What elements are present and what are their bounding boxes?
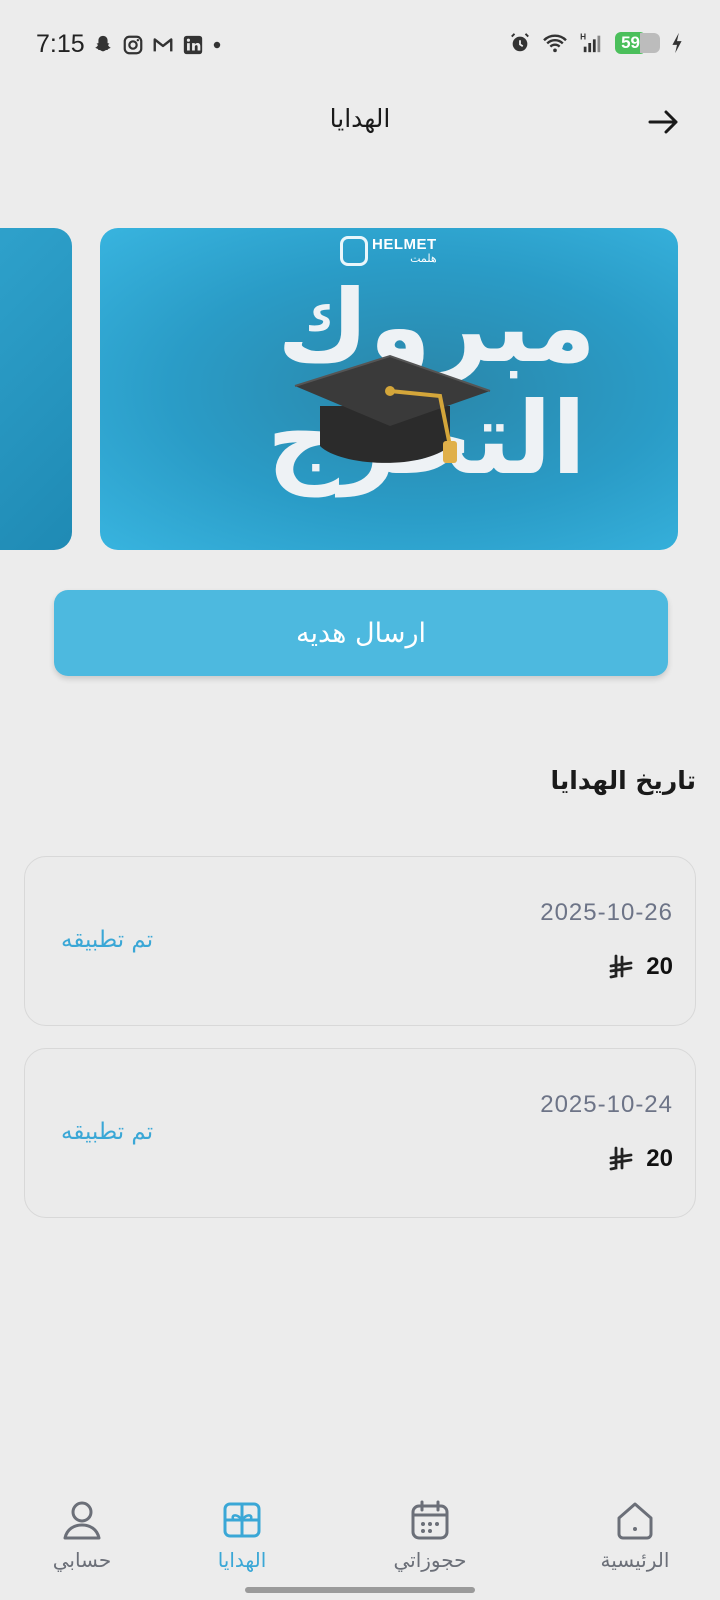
signal-icon: H: [580, 32, 601, 53]
dot-icon: [213, 41, 221, 49]
gift-status: تم تطبيقه: [61, 927, 154, 953]
gift-icon: [223, 1502, 261, 1538]
gift-amount-value: 20: [646, 953, 673, 980]
gift-date: 2025-10-26: [540, 899, 673, 926]
nav-account[interactable]: حسابي: [12, 1498, 152, 1572]
logo-subtext: هلمت: [410, 252, 437, 265]
wifi-icon: [543, 34, 567, 53]
system-icons: H 59: [509, 32, 684, 54]
gift-amount: 20: [608, 953, 673, 981]
banner-previous-slide[interactable]: [0, 228, 72, 550]
gift-banner[interactable]: HELMET هلمت مبروك التخرج: [100, 228, 678, 550]
gmail-icon: [153, 38, 173, 52]
helmet-logo-mark: [340, 236, 368, 266]
nav-bookings-label: حجوزاتي: [393, 1548, 467, 1572]
nav-bookings[interactable]: حجوزاتي: [360, 1498, 500, 1572]
status-bar: 7:15 H 59: [0, 0, 720, 90]
nav-gifts[interactable]: الهدايا: [172, 1498, 312, 1572]
home-icon: [617, 1502, 653, 1540]
calendar-icon: [411, 1500, 449, 1540]
nav-gifts-label: الهدايا: [217, 1548, 267, 1572]
status-time: 7:15: [36, 30, 85, 58]
nav-account-label: حسابي: [52, 1548, 112, 1572]
nav-home[interactable]: الرئيسية: [565, 1498, 705, 1572]
helmet-logo: HELMET هلمت: [340, 236, 437, 266]
logo-text: HELMET: [372, 236, 437, 253]
instagram-icon: [123, 35, 143, 55]
battery-icon: 59: [615, 32, 660, 54]
page-title: الهدايا: [329, 104, 391, 133]
svg-text:H: H: [580, 32, 586, 41]
user-icon: [63, 1501, 101, 1540]
gift-history-title: تاريخ الهدايا: [550, 766, 696, 795]
gift-date: 2025-10-24: [540, 1091, 673, 1118]
arrow-right-icon[interactable]: [646, 104, 682, 140]
home-indicator[interactable]: [245, 1587, 475, 1593]
graduation-cap-icon: [294, 354, 491, 463]
gift-history-card[interactable]: 2025-10-26 20 تم تطبيقه: [24, 856, 696, 1026]
notification-icons: [92, 34, 222, 56]
gift-status: تم تطبيقه: [61, 1119, 154, 1145]
saudi-riyal-icon: [609, 1146, 633, 1171]
saudi-riyal-icon: [609, 954, 633, 979]
screen: 7:15 H 59 الهدايا HELMET هلمت مبروك ارسا…: [0, 0, 720, 1600]
charging-icon: [672, 32, 682, 54]
alarm-icon: [511, 33, 529, 52]
send-gift-button[interactable]: ارسال هديه: [54, 590, 668, 676]
gift-amount: 20: [608, 1145, 673, 1173]
nav-home-label: الرئيسية: [600, 1548, 670, 1572]
gift-amount-value: 20: [646, 1145, 673, 1172]
linkedin-icon: [183, 35, 203, 55]
bottom-navigation: حسابي الهدايا حجوزاتي الرئيسية: [0, 1490, 720, 1600]
snapchat-icon: [95, 35, 111, 52]
battery-tail: [640, 33, 660, 53]
gift-history-card[interactable]: 2025-10-24 20 تم تطبيقه: [24, 1048, 696, 1218]
